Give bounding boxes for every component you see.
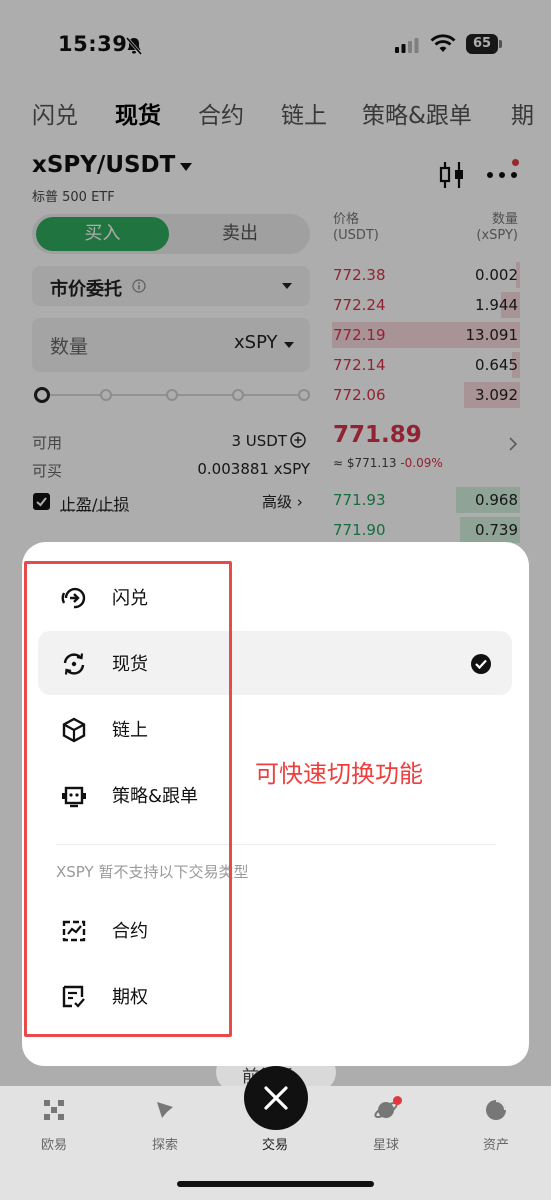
compass-icon xyxy=(157,1102,173,1118)
selected-check-icon xyxy=(470,653,492,675)
annotation-highlight-box xyxy=(24,561,232,1037)
nav-assets[interactable]: 资产 xyxy=(466,1098,526,1158)
nav-planet[interactable]: 星球 xyxy=(356,1098,416,1158)
home-indicator xyxy=(177,1181,374,1187)
pie-chart-icon xyxy=(486,1100,506,1120)
okx-logo-icon xyxy=(44,1100,64,1120)
notification-dot xyxy=(393,1096,402,1105)
nav-explore[interactable]: 探索 xyxy=(135,1098,195,1158)
nav-okx[interactable]: 欧易 xyxy=(24,1098,84,1158)
close-icon xyxy=(264,1086,288,1110)
close-sheet-button[interactable] xyxy=(244,1066,308,1130)
annotation-text: 可快速切换功能 xyxy=(255,760,423,788)
